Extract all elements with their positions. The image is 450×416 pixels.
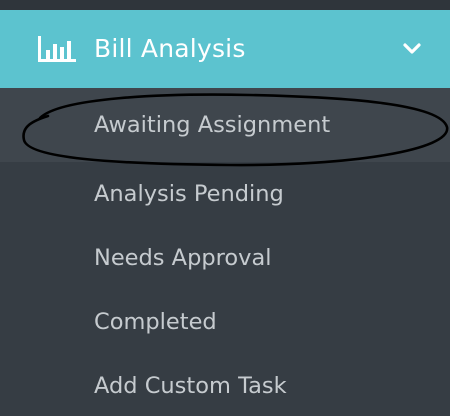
bill-analysis-submenu: Awaiting Assignment Analysis Pending Nee… [0, 88, 450, 416]
menu-item-add-custom-task[interactable]: Add Custom Task [0, 354, 450, 416]
menu-item-label: Analysis Pending [94, 181, 284, 207]
menu-item-awaiting-assignment[interactable]: Awaiting Assignment [0, 88, 450, 162]
menu-item-label: Needs Approval [94, 245, 272, 271]
bill-analysis-section-header[interactable]: Bill Analysis [0, 10, 450, 88]
menu-item-label: Completed [94, 309, 217, 335]
menu-item-completed[interactable]: Completed [0, 290, 450, 354]
menu-item-needs-approval[interactable]: Needs Approval [0, 226, 450, 290]
chevron-down-icon[interactable] [402, 41, 422, 57]
section-title: Bill Analysis [94, 34, 246, 63]
bar-chart-icon [38, 36, 76, 62]
sidebar-top-strip [0, 0, 450, 10]
menu-item-label: Awaiting Assignment [94, 112, 331, 138]
sidebar-nav: Bill Analysis Awaiting Assignment Analys… [0, 0, 450, 416]
menu-item-label: Add Custom Task [94, 373, 287, 399]
menu-item-analysis-pending[interactable]: Analysis Pending [0, 162, 450, 226]
